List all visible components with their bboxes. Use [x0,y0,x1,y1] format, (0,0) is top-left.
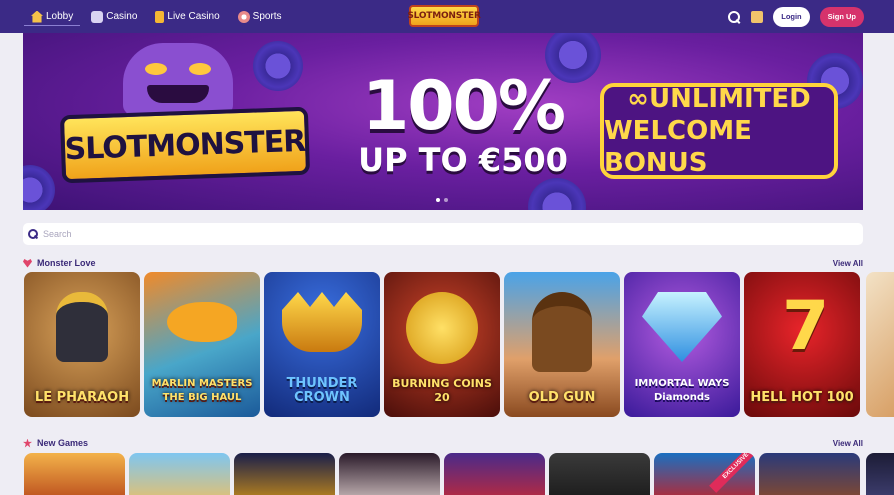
game-tile[interactable]: BURNING COINS 20 [384,272,500,417]
game-tile[interactable]: THUNDER CROWN [264,272,380,417]
new-games-row: EXCLUSIVE [24,453,860,495]
view-all-link[interactable]: View All [833,439,863,448]
carousel-dots [436,198,448,202]
search-icon [28,229,38,239]
bonus-percent: 100% [361,67,566,146]
carousel-dot[interactable] [444,198,448,202]
logo-text: SLOTMONSTER [407,11,481,21]
game-tile[interactable] [444,453,545,495]
game-tile[interactable] [24,453,125,495]
game-tile[interactable] [549,453,650,495]
nav-live-casino-label: Live Casino [167,11,220,22]
signup-button[interactable]: Sign Up [819,6,864,27]
game-tile[interactable] [759,453,860,495]
bonus-headline: 100% UP TO €500 [323,67,603,180]
gift-icon[interactable] [751,10,764,23]
game-search-bar[interactable] [23,223,863,245]
game-tile[interactable]: OLD GUN [504,272,620,417]
star-icon [23,438,32,448]
casino-chip-image [528,178,586,210]
unlimited-bonus-box: ∞UNLIMITED WELCOME BONUS [600,83,838,179]
view-all-link[interactable]: View All [833,259,863,268]
game-tile[interactable]: LE PHARAOH [24,272,140,417]
login-button[interactable]: Login [773,6,810,27]
game-art [167,302,237,342]
promo-banner[interactable]: SLOTMONSTER 100% UP TO €500 ∞UNLIMITED W… [23,33,863,210]
game-tile[interactable] [129,453,230,495]
exclusive-badge: EXCLUSIVE [709,453,755,493]
bonus-box-line2: WELCOME BONUS [604,116,752,178]
section-header-monster-love: Monster Love View All [23,256,863,270]
game-tile[interactable]: 7 HELL HOT 100 [744,272,860,417]
search-input[interactable] [43,229,823,239]
game-tile[interactable] [234,453,335,495]
monster-eye [189,63,211,75]
nav-casino[interactable]: Casino [82,0,146,33]
nav-lobby-label: Lobby [46,11,74,22]
game-title: OLD GUN [528,390,596,405]
section-header-new-games: New Games View All [23,436,863,450]
game-title: BURNING COINS 20 [392,377,492,404]
casino-chip-image [23,165,55,210]
game-title: HELL HOT 100 [750,390,854,405]
main-nav: Lobby Casino Live Casino Sports [22,0,291,33]
banner-logo: SLOTMONSTER [59,106,311,184]
game-title: THUNDER CROWN [286,376,358,405]
section-title: Monster Love [37,258,96,268]
game-art [642,292,722,362]
game-art [56,292,108,362]
carousel-dot-active[interactable] [436,198,440,202]
monster-mascot-image [123,43,233,115]
game-tile[interactable]: EXCLUSIVE [654,453,755,495]
game-tile[interactable] [339,453,440,495]
nav-casino-label: Casino [106,11,138,22]
search-icon[interactable] [727,10,741,24]
bonus-box-line1: ∞UNLIMITED [627,84,811,114]
ball-icon [237,10,250,23]
site-logo[interactable]: SLOTMONSTER [407,5,481,27]
monster-eye [145,63,167,75]
game-tile[interactable]: IMMORTAL WAYS Diamonds [624,272,740,417]
game-art [406,292,478,364]
section-title: New Games [37,438,89,448]
slot-machine-icon [91,10,104,23]
game-art [282,292,362,352]
game-art [532,292,592,372]
bonus-amount: UP TO €500 [358,141,568,179]
nav-live-casino[interactable]: Live Casino [146,0,228,33]
game-tile[interactable]: MARLIN MASTERS THE BIG HAUL [144,272,260,417]
game-tile-partial[interactable] [866,453,894,495]
banner-logo-text: SLOTMONSTER [64,123,306,167]
nav-lobby[interactable]: Lobby [22,0,82,33]
heart-icon [23,258,32,268]
nav-sports[interactable]: Sports [229,0,291,33]
card-icon [155,10,165,23]
monster-mouth [147,85,209,103]
game-title: MARLIN MASTERS THE BIG HAUL [151,378,253,403]
nav-sports-label: Sports [252,11,282,22]
casino-chip-image [253,41,303,91]
top-navigation-bar: Lobby Casino Live Casino Sports SLOTMONS… [0,0,894,33]
game-tile-partial[interactable] [866,272,894,417]
monster-love-games-row: LE PHARAOH MARLIN MASTERS THE BIG HAUL T… [24,272,860,417]
header-actions: Login Sign Up [727,0,864,33]
home-icon [31,10,43,23]
game-title: LE PHARAOH [34,390,130,405]
game-title: IMMORTAL WAYS Diamonds [634,378,730,403]
game-art-seven: 7 [782,287,830,366]
